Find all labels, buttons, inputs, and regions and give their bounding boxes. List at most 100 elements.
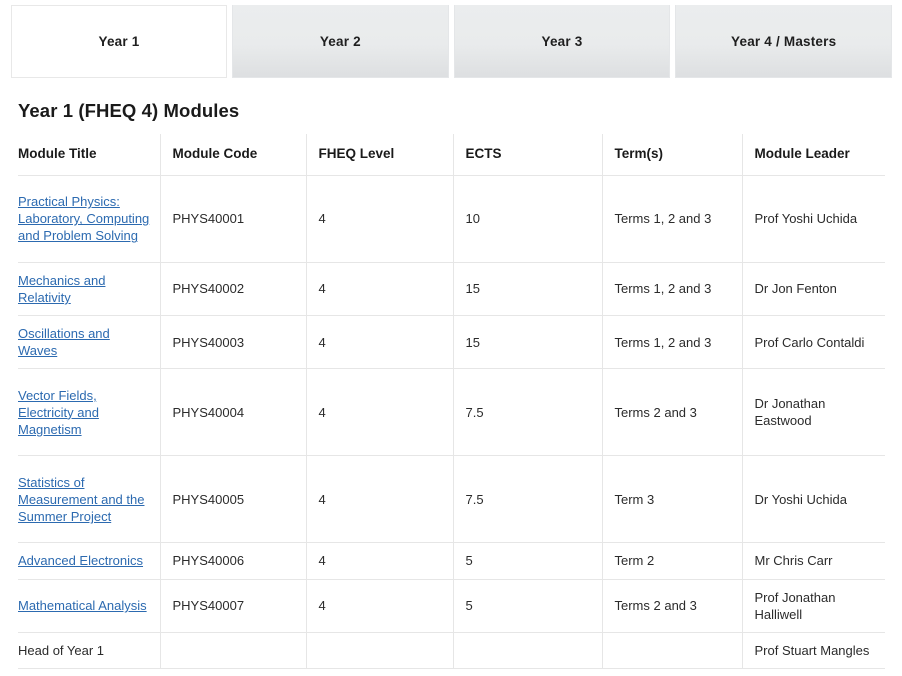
page-title: Year 1 (FHEQ 4) Modules — [18, 100, 240, 121]
cell-text: 5 — [465, 553, 473, 569]
cell-fheq-level — [306, 632, 454, 670]
cell-fheq-level: 4 — [306, 579, 454, 633]
tab-label: Year 2 — [319, 33, 361, 49]
cell-text: 4 — [318, 598, 326, 614]
cell-text: 7.5 — [465, 491, 484, 507]
table-row: Advanced Electronics PHYS40006 4 5 Term 2 Mr … — [18, 542, 885, 580]
cell-text: Terms 2 and 3 — [614, 598, 697, 614]
cell-terms: Terms 2 and 3 — [602, 579, 743, 633]
tab-year-1[interactable]: Year 1 — [11, 5, 227, 78]
cell-fheq-level: 4 — [306, 368, 454, 457]
cell-ects — [453, 632, 603, 670]
cell-text: 4 — [318, 334, 326, 350]
cell-fheq-level: 4 — [306, 455, 454, 544]
cell-ects: 7.5 — [453, 368, 603, 457]
cell-text: Term 2 — [614, 553, 655, 569]
cell-text: 4 — [318, 553, 326, 569]
cell-fheq-level: 4 — [306, 175, 454, 263]
cell-text: Terms 1, 2 and 3 — [614, 281, 712, 297]
cell-text: PHYS40005 — [172, 491, 245, 507]
cell-text: 4 — [318, 491, 326, 507]
table-header-row: Module Title Module Code FHEQ Level ECTS Ter… — [18, 134, 885, 176]
table-body: Practical Physics: Laboratory, Computing… — [18, 175, 885, 670]
cell-text: Terms 1, 2 and 3 — [614, 211, 712, 227]
cell-module-title: Practical Physics: Laboratory, Computing… — [18, 175, 161, 263]
column-header-module-leader: Module Leader — [742, 134, 885, 176]
module-title-link[interactable]: Vector Fields, Electricity and Magnetism — [18, 388, 99, 437]
cell-module-leader: Dr Yoshi Uchida — [742, 455, 885, 544]
cell-module-code: PHYS40001 — [160, 175, 307, 263]
column-header-module-title: Module Title — [18, 134, 161, 176]
tab-label: Year 3 — [541, 33, 583, 49]
cell-text: Mr Chris Carr — [754, 553, 833, 569]
cell-text: Prof Stuart Mangles — [754, 642, 870, 658]
column-header-term-s: Term(s) — [602, 134, 743, 176]
module-title-link[interactable]: Statistics of Measurement and the Summer… — [18, 475, 144, 524]
cell-ects: 5 — [453, 542, 603, 580]
table-row: Head of Year 1 Prof Stuart Mangles — [18, 632, 885, 670]
module-title-link[interactable]: Mechanics and Relativity — [18, 273, 105, 305]
cell-text: Prof Yoshi Uchida — [754, 211, 858, 227]
table-row: Vector Fields, Electricity and Magnetism… — [18, 368, 885, 457]
cell-terms: Terms 1, 2 and 3 — [602, 175, 743, 263]
cell-module-title: Advanced Electronics — [18, 542, 161, 580]
cell-text: Dr Jon Fenton — [754, 281, 837, 297]
cell-text: PHYS40003 — [172, 334, 245, 350]
cell-text: Terms 1, 2 and 3 — [614, 334, 712, 350]
tab-label: Year 4 / Masters — [731, 33, 837, 49]
cell-module-title: Oscillations and Waves — [18, 315, 161, 370]
cell-text: Prof Carlo Contaldi — [754, 334, 865, 350]
table-row: Statistics of Measurement and the Summer… — [18, 455, 885, 544]
cell-text: PHYS40004 — [172, 404, 245, 420]
module-title-link[interactable]: Oscillations and Waves — [18, 326, 110, 358]
table-header: Module Title Module Code FHEQ Level ECTS Ter… — [18, 134, 885, 176]
cell-ects: 15 — [453, 262, 603, 317]
column-header-module-code: Module Code — [160, 134, 307, 176]
cell-module-code: PHYS40005 — [160, 455, 307, 544]
cell-text: Dr Yoshi Uchida — [754, 491, 848, 507]
cell-fheq-level: 4 — [306, 315, 454, 370]
tab-label: Year 1 — [98, 34, 140, 49]
cell-module-code — [160, 632, 307, 670]
cell-text: 15 — [465, 281, 480, 297]
cell-module-title: Mechanics and Relativity — [18, 262, 161, 317]
tab-year-2[interactable]: Year 2 — [232, 5, 449, 78]
cell-module-code: PHYS40003 — [160, 315, 307, 370]
cell-terms — [602, 632, 743, 670]
cell-text: 4 — [318, 211, 326, 227]
cell-module-code: PHYS40002 — [160, 262, 307, 317]
tab-year-3[interactable]: Year 3 — [453, 5, 671, 78]
cell-text: Dr Jonathan Eastwood — [754, 396, 826, 429]
cell-text: 4 — [318, 404, 326, 420]
cell-ects: 10 — [453, 175, 603, 263]
table-row: Practical Physics: Laboratory, Computing… — [18, 175, 885, 263]
cell-ects: 5 — [453, 579, 603, 633]
cell-fheq-level: 4 — [306, 542, 454, 580]
cell-module-leader: Prof Jonathan Halliwell — [742, 579, 885, 633]
cell-module-title: Statistics of Measurement and the Summer… — [18, 455, 161, 544]
cell-text: PHYS40002 — [172, 281, 245, 297]
tab-year-4-masters[interactable]: Year 4 / Masters — [675, 5, 893, 78]
cell-text: Term 3 — [614, 491, 655, 507]
cell-ects: 15 — [453, 315, 603, 370]
cell-module-leader: Mr Chris Carr — [742, 542, 885, 580]
cell-text: Prof Jonathan Halliwell — [754, 589, 836, 622]
table-row: Oscillations and Waves PHYS40003 4 15 Terms … — [18, 315, 885, 370]
module-title-link[interactable]: Advanced Electronics — [18, 553, 143, 568]
cell-terms: Term 3 — [602, 455, 743, 544]
cell-text: PHYS40007 — [172, 598, 245, 614]
table-row: Mechanics and Relativity PHYS40002 4 15 Term… — [18, 262, 885, 317]
cell-module-leader: Prof Yoshi Uchida — [742, 175, 885, 263]
column-header-ects: ECTS — [453, 134, 603, 176]
module-title-link[interactable]: Practical Physics: Laboratory, Computing… — [18, 194, 149, 243]
module-title-link[interactable]: Mathematical Analysis — [18, 598, 147, 613]
column-header-fheq-level: FHEQ Level — [306, 134, 454, 176]
year-tabs: Year 1 Year 2 Year 3 Year 4 / Masters — [11, 5, 893, 78]
cell-text: Terms 2 and 3 — [614, 404, 697, 420]
cell-module-title: Vector Fields, Electricity and Magnetism — [18, 368, 161, 457]
cell-module-code: PHYS40004 — [160, 368, 307, 457]
cell-text: Head of Year 1 — [18, 642, 105, 658]
cell-terms: Terms 1, 2 and 3 — [602, 262, 743, 317]
cell-module-leader: Prof Carlo Contaldi — [742, 315, 885, 370]
cell-fheq-level: 4 — [306, 262, 454, 317]
